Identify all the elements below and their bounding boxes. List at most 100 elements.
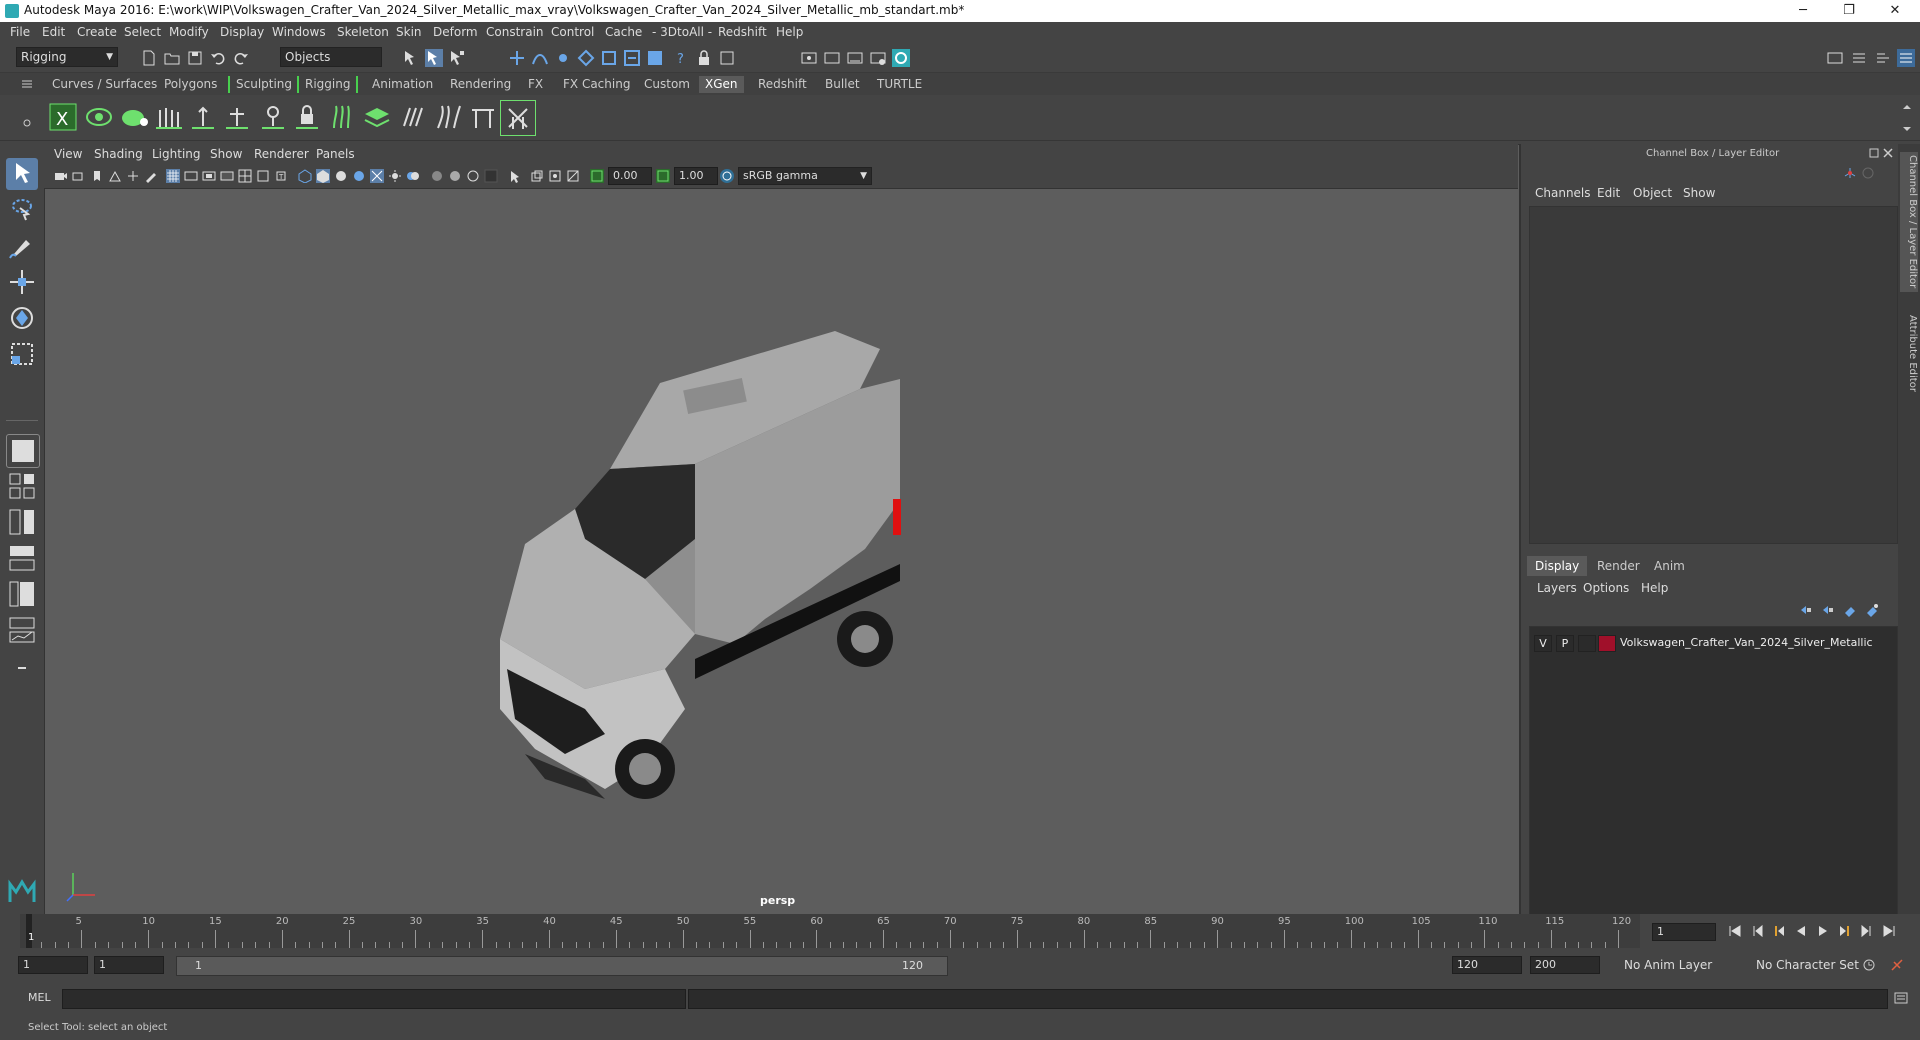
depth-of-field-icon[interactable] (484, 169, 498, 183)
render-settings-icon[interactable] (869, 49, 887, 67)
isolate-select-icon[interactable] (508, 169, 522, 183)
open-scene-icon[interactable] (163, 49, 181, 67)
toggle-attribute-editor-icon[interactable] (1850, 49, 1868, 67)
xgen-layer-icon[interactable] (360, 100, 394, 134)
gamma-field[interactable]: 1.00 (674, 167, 718, 185)
layout-single-pane-icon[interactable] (6, 434, 40, 468)
paint-select-tool-icon[interactable] (6, 230, 38, 262)
layout-persp-graph-icon[interactable] (6, 614, 38, 646)
side-tab-attribute-editor[interactable]: Attribute Editor (1900, 308, 1918, 398)
channels-menu-show[interactable]: Show (1683, 186, 1715, 200)
float-panel-icon[interactable] (1867, 146, 1881, 160)
menu-cache[interactable]: Cache (605, 25, 642, 39)
anim-layer-dropdown[interactable]: No Anim Layer (1620, 956, 1742, 974)
move-tool-icon[interactable] (6, 266, 38, 298)
shelf-menu-icon[interactable] (20, 77, 34, 91)
tab-fx-caching[interactable]: FX Caching (557, 76, 636, 93)
menuset-dropdown[interactable]: Rigging ▼ (16, 47, 118, 67)
add-guide-icon[interactable] (186, 100, 220, 134)
all-lights-icon[interactable] (388, 169, 402, 183)
animation-preferences-icon[interactable] (1890, 958, 1904, 972)
layout-outliner-persp-icon[interactable] (6, 578, 38, 610)
xray-icon[interactable] (530, 169, 544, 183)
uv-snap-icon[interactable] (646, 49, 664, 67)
tab-rendering[interactable]: Rendering (444, 76, 517, 93)
image-plane-icon[interactable] (108, 169, 122, 183)
menu-create[interactable]: Create (77, 25, 117, 39)
sculpt-guides-icon[interactable] (220, 100, 254, 134)
menu-3dtoall[interactable]: - 3DtoAll - (652, 25, 712, 39)
tab-curves-surfaces[interactable]: Curves / Surfaces (46, 76, 163, 93)
layout-more-icon[interactable] (10, 656, 34, 680)
menu-modify[interactable]: Modify (169, 25, 209, 39)
field-chart-icon[interactable] (238, 169, 252, 183)
rotate-tool-icon[interactable] (6, 302, 38, 334)
script-editor-icon[interactable] (1894, 991, 1908, 1005)
close-panel-icon[interactable] (1881, 146, 1895, 160)
channels-menu-edit[interactable]: Edit (1597, 186, 1620, 200)
tab-render[interactable]: Render (1589, 556, 1648, 576)
safe-action-icon[interactable] (256, 169, 270, 183)
add-guides-icon[interactable] (152, 100, 186, 134)
layer-row[interactable]: V P Volkswagen_Crafter_Van_2024_Silver_M… (1530, 633, 1897, 653)
snap-to-point-icon[interactable] (554, 49, 572, 67)
tab-animation[interactable]: Animation (366, 76, 439, 93)
wireframe-on-shaded-icon[interactable] (334, 169, 348, 183)
toggle-guide-icon[interactable] (256, 100, 290, 134)
shelf-options-icon[interactable] (20, 116, 34, 130)
bookmark-icon[interactable] (90, 169, 104, 183)
selection-mode-dropdown[interactable]: Objects (280, 47, 382, 67)
textured-icon[interactable] (352, 169, 366, 183)
speed-icon[interactable] (1861, 166, 1875, 180)
new-layer-from-selected-icon[interactable] (1865, 603, 1879, 617)
layers-menu-layers[interactable]: Layers (1537, 581, 1577, 595)
save-scene-icon[interactable] (186, 49, 204, 67)
playback-end-field[interactable]: 120 (1452, 956, 1522, 974)
move-layer-up-icon[interactable] (1799, 603, 1813, 617)
layout-two-panes-side-icon[interactable] (6, 506, 38, 538)
viewport-menu-panels[interactable]: Panels (316, 147, 355, 161)
tab-custom[interactable]: Custom (638, 76, 696, 93)
snap-to-view-plane-icon[interactable] (577, 49, 595, 67)
animation-start-field[interactable]: 1 (18, 956, 88, 974)
motion-blur-icon[interactable] (448, 169, 462, 183)
go-to-end-icon[interactable] (1882, 924, 1896, 938)
resolution-gate-icon[interactable] (202, 169, 216, 183)
layout-two-panes-stacked-icon[interactable] (6, 542, 38, 574)
channels-menu-object[interactable]: Object (1633, 186, 1672, 200)
go-to-start-icon[interactable] (1728, 924, 1742, 938)
camera-attributes-icon[interactable] (72, 169, 86, 183)
menu-file[interactable]: File (10, 25, 30, 39)
make-live-icon[interactable] (600, 49, 618, 67)
grid-toggle-icon[interactable] (166, 169, 180, 183)
lasso-tool-icon[interactable] (6, 194, 38, 226)
van-3d-model[interactable] (45, 189, 1519, 915)
select-camera-icon[interactable] (54, 169, 68, 183)
exposure-field[interactable]: 0.00 (608, 167, 652, 185)
minimize-button[interactable]: ─ (1780, 0, 1826, 22)
auto-key-icon[interactable] (1862, 958, 1876, 972)
render-view-icon[interactable] (800, 49, 818, 67)
viewport-menu-show[interactable]: Show (210, 147, 242, 161)
menu-help[interactable]: Help (776, 25, 803, 39)
groom-brush-icon[interactable] (432, 100, 466, 134)
input-output-icon[interactable] (718, 49, 736, 67)
step-forward-frame-icon[interactable] (1838, 924, 1852, 938)
tab-bullet[interactable]: Bullet (819, 76, 866, 93)
menu-select[interactable]: Select (124, 25, 161, 39)
tab-display[interactable]: Display (1527, 556, 1588, 576)
range-slider[interactable]: 1 120 (176, 956, 948, 976)
step-forward-key-icon[interactable] (1860, 924, 1874, 938)
tab-turtle[interactable]: TURTLE (871, 76, 928, 93)
gamma-icon[interactable] (656, 169, 670, 183)
tab-sculpting[interactable]: Sculpting (228, 76, 298, 93)
scale-tool-icon[interactable] (6, 338, 38, 370)
viewport-menu-lighting[interactable]: Lighting (152, 147, 201, 161)
snap-to-grid-icon[interactable] (508, 49, 526, 67)
channels-menu-channels[interactable]: Channels (1535, 186, 1591, 200)
side-tab-channel-box[interactable]: Channel Box / Layer Editor (1900, 152, 1918, 292)
shelf-scroll-up-icon[interactable] (1900, 100, 1914, 114)
ipr-render-icon[interactable] (846, 49, 864, 67)
snap-to-curve-icon[interactable] (531, 49, 549, 67)
tab-rigging[interactable]: Rigging (297, 76, 359, 93)
